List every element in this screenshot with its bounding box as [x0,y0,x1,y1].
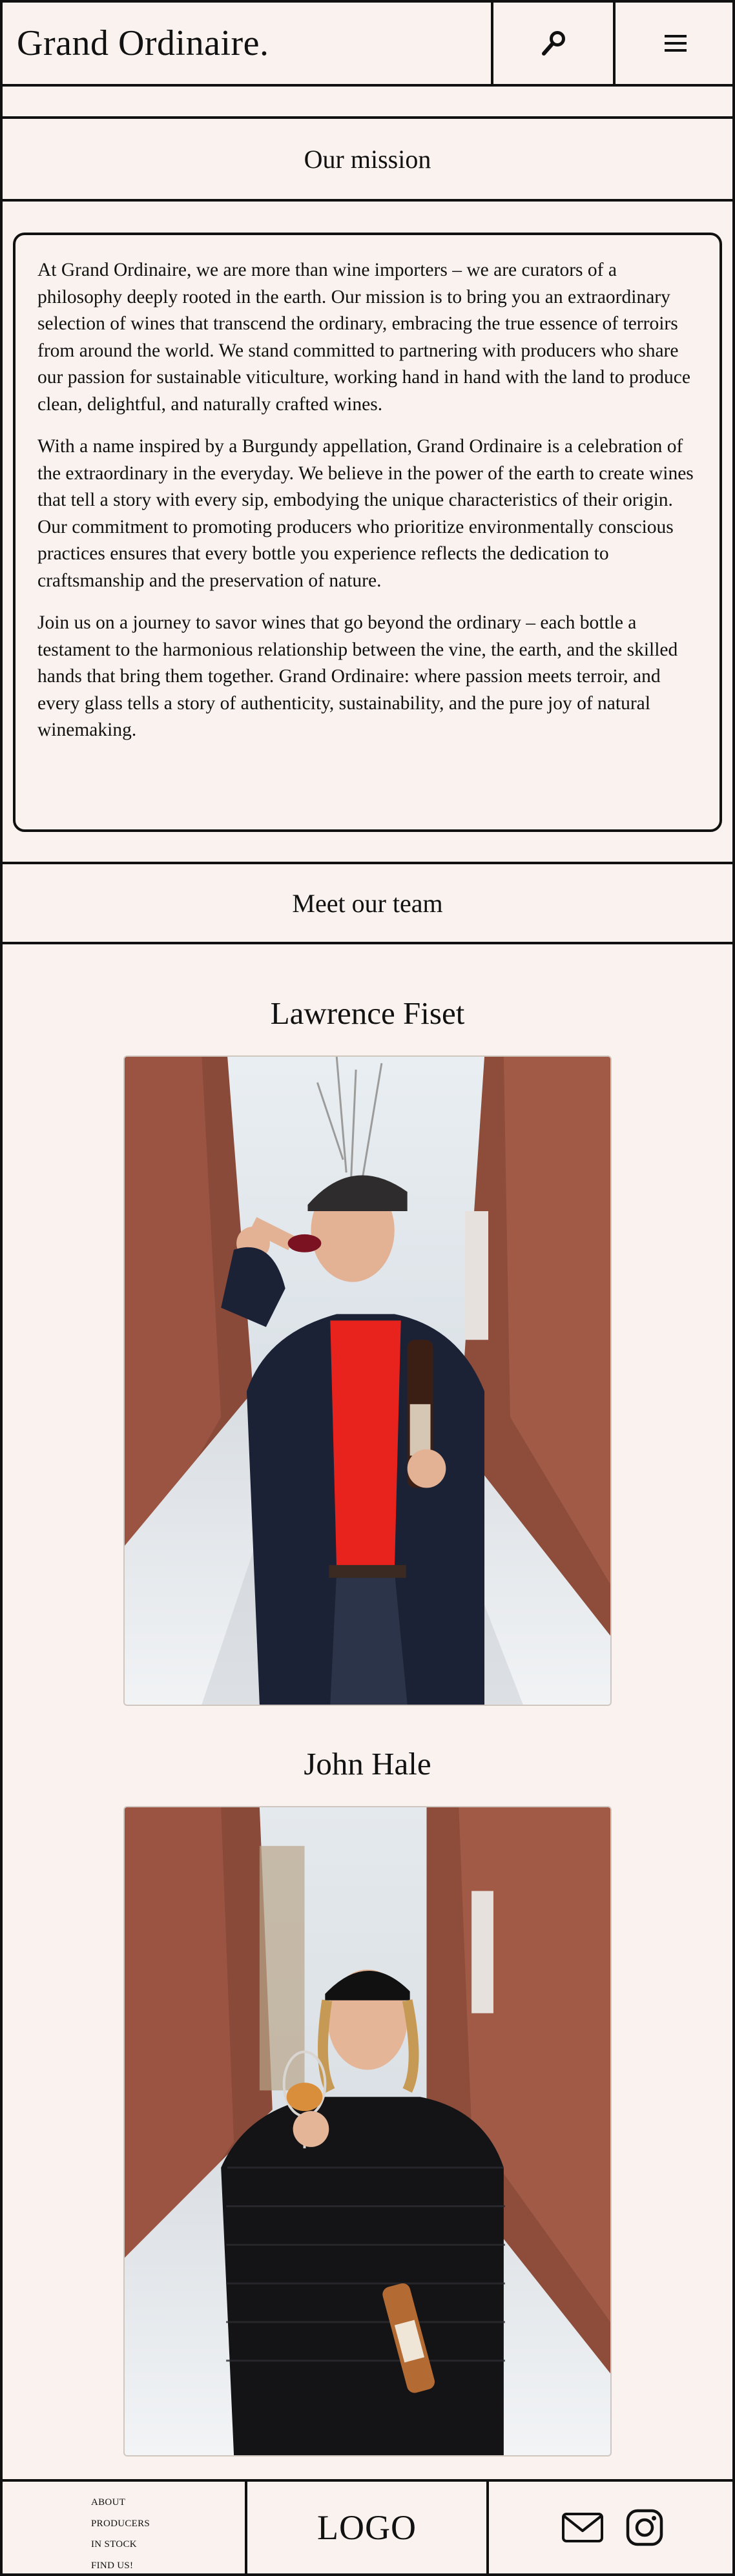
mission-paragraph-1: At Grand Ordinaire, we are more than win… [37,260,690,415]
instagram-icon[interactable] [626,2509,663,2546]
mission-text-box: At Grand Ordinaire, we are more than win… [13,233,722,832]
brand-logo[interactable]: Grand Ordinaire. [0,3,491,84]
mission-paragraph-3: Join us on a journey to savor wines that… [37,612,678,740]
site-header: Grand Ordinaire. [0,0,735,87]
team-member-name: Lawrence Fiset [270,995,465,1031]
footer-social [489,2482,735,2573]
footer-link-about[interactable]: ABOUT [91,2492,245,2513]
footer-logo[interactable]: LOGO [247,2482,489,2573]
footer-link-find-us[interactable]: FIND US! [91,2555,245,2576]
footer-nav: ABOUT PRODUCERS IN STOCK FIND US! [0,2482,247,2573]
footer-link-in-stock[interactable]: IN STOCK [91,2534,245,2555]
team-heading: Meet our team [0,862,735,944]
footer-link-producers[interactable]: PRODUCERS [91,2513,245,2535]
team-member-name: John Hale [304,1746,431,1781]
mission-heading: Our mission [0,119,735,202]
menu-button[interactable] [613,3,735,84]
search-button[interactable] [491,3,613,84]
search-icon [541,31,565,56]
header-spacer [0,87,735,119]
team-member-photo [123,1055,612,1706]
site-footer: ABOUT PRODUCERS IN STOCK FIND US! LOGO [0,2479,735,2576]
hamburger-menu-icon [664,35,687,52]
mission-paragraph-2: With a name inspired by a Burgundy appel… [37,436,694,591]
team-member-photo [123,1806,612,2457]
mail-icon[interactable] [561,2511,604,2544]
